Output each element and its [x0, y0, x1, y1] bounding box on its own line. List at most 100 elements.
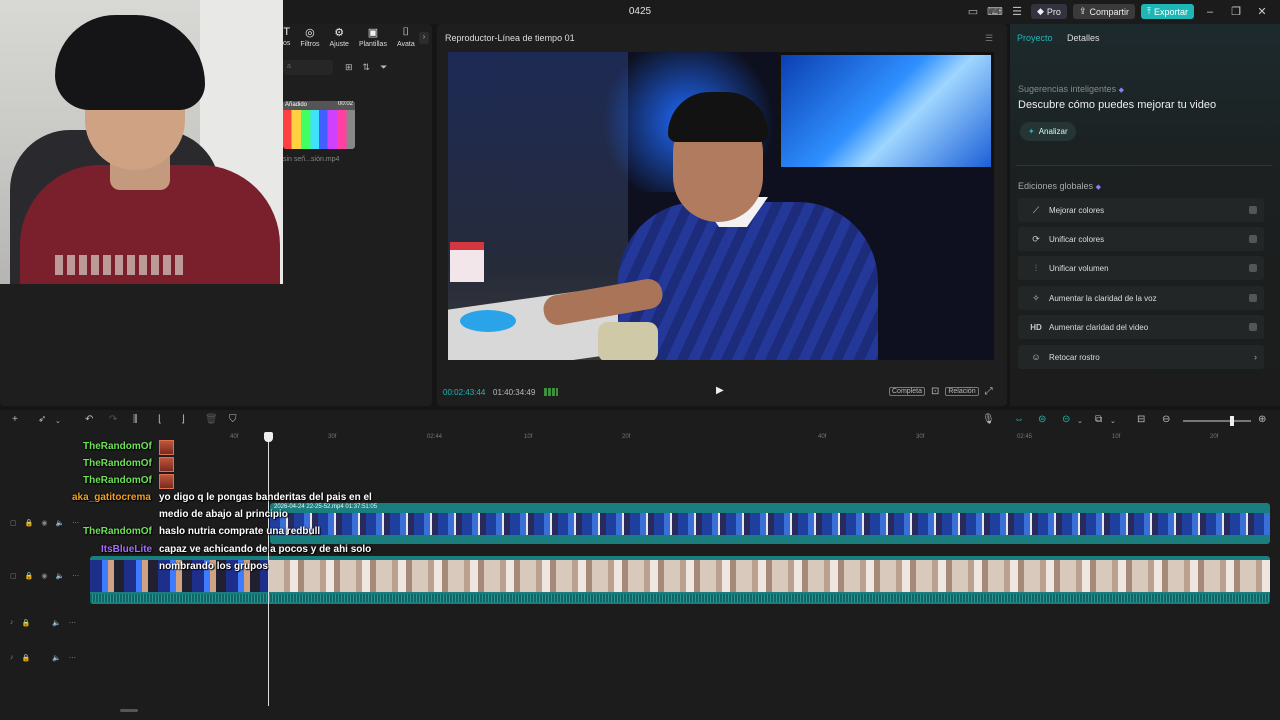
sort-icon[interactable]: ⇅	[363, 62, 371, 73]
divider	[1016, 165, 1272, 166]
ratio-button[interactable]: Relación	[945, 387, 979, 396]
playhead-line[interactable]	[268, 436, 269, 706]
analyze-button[interactable]: ✦ Analizar	[1020, 122, 1076, 141]
zoom-slider[interactable]	[1183, 420, 1251, 422]
magic-wand-icon: ⟋	[1032, 204, 1040, 215]
menu-icon[interactable]: ☰	[1009, 5, 1025, 19]
chevron-down-icon[interactable]: ⌄	[55, 417, 61, 425]
grid-view-icon[interactable]: ⊞	[345, 62, 353, 73]
fullquality-button[interactable]: Completa	[889, 387, 925, 396]
chevron-down-icon[interactable]: ⌄	[1110, 417, 1116, 425]
speaker-icon[interactable]: 🔈	[52, 619, 61, 627]
panel-expand-button[interactable]: ›	[419, 32, 429, 44]
toggle-unify-colors[interactable]	[1249, 235, 1257, 243]
chat-username: ItsBlueLite	[101, 544, 153, 555]
tab-details[interactable]: Detalles	[1067, 33, 1100, 43]
speaker-icon[interactable]: 🔈	[52, 654, 61, 662]
volume-sliders-icon: ⫶	[1034, 262, 1038, 273]
eye-icon[interactable]: ◉	[41, 572, 47, 580]
media-search-input[interactable]: a	[283, 60, 333, 75]
video-clip-overlay[interactable]: 2026-04-24 22-25-52.mp4 01:37:51:05	[270, 503, 1270, 544]
filters-icon: ◎	[305, 27, 315, 39]
microphone-icon[interactable]: 🎙	[982, 414, 995, 425]
gem-icon: ◆	[1118, 87, 1124, 94]
trim-left-icon[interactable]: ⌊	[158, 414, 162, 425]
chevron-right-icon: ›	[1254, 352, 1257, 362]
split-icon[interactable]: ⫼	[133, 414, 138, 425]
tab-project[interactable]: Proyecto	[1017, 33, 1053, 43]
toggle-enhance-colors[interactable]	[1249, 206, 1257, 214]
layout-icon[interactable]: ▭	[965, 5, 981, 19]
suggestions-title: Descubre cómo puedes mejorar tu video	[1018, 99, 1217, 111]
zoom-slider-knob[interactable]	[1230, 416, 1234, 426]
gem-icon: ◆	[1037, 6, 1044, 16]
global-item-unify-colors[interactable]: ⟳ Unificar colores	[1018, 227, 1264, 251]
delete-icon[interactable]: 🗑	[205, 414, 218, 425]
global-item-enhance-colors[interactable]: ⟋ Mejorar colores	[1018, 198, 1264, 222]
eye-icon[interactable]: ◉	[41, 519, 47, 527]
zoom-out-icon[interactable]: ⊖	[1162, 414, 1170, 425]
global-item-voice-clarity[interactable]: ✧ Aumentar la claridad de la voz	[1018, 286, 1264, 310]
export-button[interactable]: ⤒ Exportar	[1141, 4, 1194, 19]
video-preview[interactable]	[448, 52, 994, 360]
snap-icon[interactable]: ⊝	[1062, 414, 1070, 425]
close-button[interactable]: ✕	[1252, 5, 1272, 18]
timeline-scrollbar[interactable]	[120, 709, 138, 712]
lock-icon[interactable]: 🔒	[22, 619, 31, 627]
link-icon[interactable]: ⇔	[1014, 414, 1024, 425]
lock-icon[interactable]: 🔒	[25, 519, 34, 527]
caption-icon[interactable]: ⊟	[1137, 414, 1145, 425]
playhead-handle[interactable]	[264, 432, 273, 442]
tool-text[interactable]: Tos	[283, 26, 290, 48]
toggle-voice-clarity[interactable]	[1249, 294, 1257, 302]
tool-adjust[interactable]: ⚙ Ajuste	[329, 26, 348, 48]
clip-thumbnails	[268, 560, 1270, 592]
chevron-down-icon[interactable]: ⌄	[1077, 417, 1083, 425]
chat-message: medio de abajo al principio	[159, 509, 288, 520]
more-icon[interactable]: ⋯	[72, 519, 79, 527]
tool-avatar[interactable]: ⌷ Avata	[397, 26, 415, 48]
lock-icon[interactable]: 🔒	[25, 572, 34, 580]
gem-icon: ◆	[1095, 184, 1101, 191]
global-item-video-clarity[interactable]: HD Aumentar claridad del video	[1018, 315, 1264, 339]
select-tool-icon[interactable]: ➶	[38, 414, 46, 425]
redo-icon[interactable]: ↷	[109, 414, 117, 425]
restore-button[interactable]: ❐	[1226, 5, 1246, 18]
global-item-unify-volume[interactable]: ⫶ Unificar volumen	[1018, 256, 1264, 280]
filter-icon[interactable]: ⏷	[380, 62, 387, 73]
play-icon: ▶	[716, 385, 724, 396]
adjust-icon: ⚙	[334, 27, 345, 39]
undo-icon[interactable]: ↶	[85, 414, 93, 425]
frames-icon[interactable]	[544, 388, 558, 396]
tool-templates[interactable]: ▣ Plantillas	[359, 26, 387, 48]
sparkle-icon: ✦	[1028, 127, 1035, 136]
shortcuts-icon[interactable]: ⌨	[987, 5, 1003, 19]
tool-filters[interactable]: ◎ Filtros	[300, 26, 319, 48]
global-item-face-retouch[interactable]: ☺ Retocar rostro ›	[1018, 345, 1264, 369]
templates-icon: ▣	[367, 27, 379, 39]
add-track-icon[interactable]: +	[12, 414, 18, 425]
media-thumbnail[interactable]: Añadido 00:02	[283, 101, 355, 149]
focus-icon[interactable]: ⊡	[931, 386, 939, 397]
zoom-in-icon[interactable]: ⊕	[1258, 414, 1266, 425]
shield-icon[interactable]: ⛉	[229, 414, 237, 425]
chat-message: capaz ve achicando de a pocos y de ahi s…	[159, 544, 372, 555]
share-button[interactable]: ⇪ Compartir	[1072, 4, 1135, 19]
clip-thumbnails	[270, 513, 1270, 535]
trim-right-icon[interactable]: ⌋	[181, 414, 185, 425]
play-button[interactable]: ▶	[716, 385, 728, 399]
preview-axis-icon[interactable]: ⧉	[1095, 414, 1102, 425]
player-menu-icon[interactable]: ☰	[985, 33, 993, 44]
magnet-icon[interactable]: ⊜	[1038, 414, 1046, 425]
more-icon[interactable]: ⋯	[69, 654, 76, 662]
speaker-icon[interactable]: 🔈	[55, 519, 64, 527]
toggle-video-clarity[interactable]	[1249, 323, 1257, 331]
toggle-unify-volume[interactable]	[1249, 264, 1257, 272]
pro-button[interactable]: ◆ Pro	[1031, 4, 1067, 19]
lock-icon[interactable]: 🔒	[22, 654, 31, 662]
minimize-button[interactable]: –	[1200, 6, 1220, 18]
more-icon[interactable]: ⋯	[69, 619, 76, 627]
fullscreen-icon[interactable]: ⤢	[985, 386, 993, 397]
more-icon[interactable]: ⋯	[72, 572, 79, 580]
speaker-icon[interactable]: 🔈	[55, 572, 64, 580]
